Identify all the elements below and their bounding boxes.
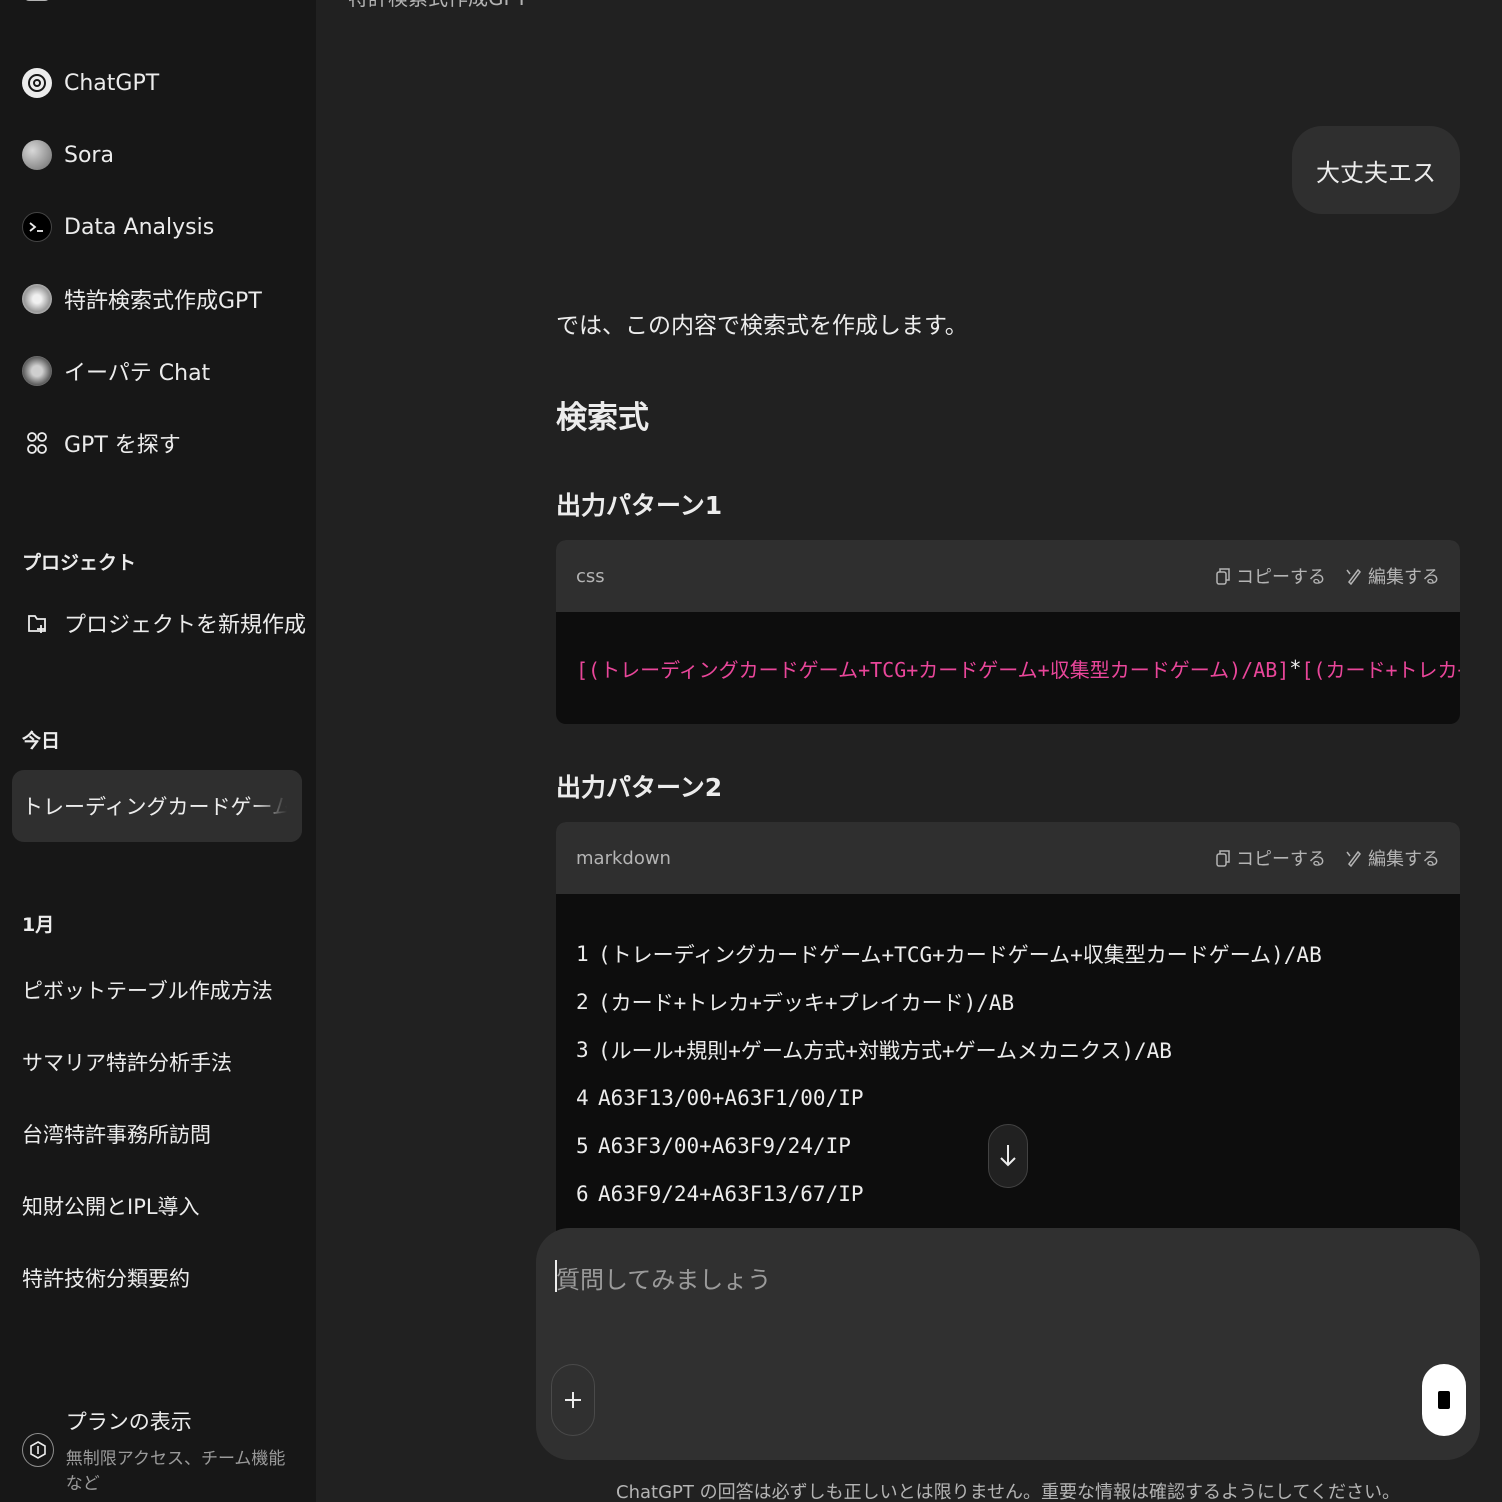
pencil-icon xyxy=(1346,850,1361,867)
code-block-1: css コピーする 編集する [(トレーディングカードゲーム+TCG+カードゲー… xyxy=(556,540,1460,724)
code-line: 2 (カード+トレカ+デッキ+プレイカード)/AB xyxy=(576,978,1440,1026)
code-block-header: css コピーする 編集する xyxy=(556,540,1460,612)
line-number: 1 xyxy=(576,942,589,966)
line-number: 6 xyxy=(576,1182,589,1206)
copy-code-button[interactable]: コピーする xyxy=(1216,845,1326,871)
terminal-icon xyxy=(22,212,52,242)
sidebar-item-label: イーパテ Chat xyxy=(64,361,211,386)
section-heading: 検索式 xyxy=(556,400,649,436)
pencil-icon xyxy=(1346,568,1361,585)
plan-upgrade-icon xyxy=(22,1433,54,1467)
scroll-to-bottom-button[interactable] xyxy=(988,1124,1028,1188)
view-plans-button[interactable]: プランの表示 無制限アクセス、チーム機能など xyxy=(12,1410,302,1494)
attach-button[interactable] xyxy=(551,1364,595,1436)
stop-generating-button[interactable] xyxy=(1422,1364,1466,1436)
grid-icon xyxy=(22,428,52,458)
new-project-label: プロジェクトを新規作成 xyxy=(64,613,307,638)
sidebar-toggle-icon[interactable] xyxy=(24,0,50,8)
patent-gpt-avatar xyxy=(22,284,52,314)
assistant-intro-text: では、この内容で検索式を作成します。 xyxy=(556,313,968,339)
chat-item[interactable]: 知財公開とIPL導入 xyxy=(12,1176,302,1236)
line-text: A63F3/00+A63F9/24/IP xyxy=(598,1134,851,1158)
line-text: A63F9/24+A63F13/67/IP xyxy=(598,1182,864,1206)
code-line: 3 (ルール+規則+ゲーム方式+対戦方式+ゲームメカニクス)/AB xyxy=(576,1026,1440,1074)
chat-item[interactable]: サマリア特許分析手法 xyxy=(12,1032,302,1092)
copy-label: コピーする xyxy=(1236,567,1326,588)
arrow-down-icon xyxy=(1000,1145,1016,1167)
new-chat-icon[interactable] xyxy=(266,0,292,8)
composer-input[interactable]: 質問してみましょう xyxy=(556,1260,771,1295)
line-text: A63F13/00+A63F1/00/IP xyxy=(598,1086,864,1110)
stop-icon xyxy=(1438,1391,1450,1409)
chat-item-label: ピボットテーブル作成方法 xyxy=(22,979,273,1003)
new-project-button[interactable]: プロジェクトを新規作成 xyxy=(12,592,306,654)
code-language: markdown xyxy=(576,847,671,869)
sidebar-item-label: Sora xyxy=(64,142,114,168)
disclaimer-text: ChatGPT の回答は必ずしも正しいとは限りません。重要な情報は確認するように… xyxy=(616,1482,1400,1502)
sidebar-top-icons xyxy=(0,0,316,10)
pattern2-heading: 出力パターン2 xyxy=(556,773,723,802)
sidebar: ChatGPT Sora Data Analysis 特許検索式作成GPT イー… xyxy=(0,0,316,1502)
pattern1-heading: 出力パターン1 xyxy=(556,491,723,520)
edit-code-button[interactable]: 編集する xyxy=(1346,563,1440,589)
code-line: 4 A63F13/00+A63F1/00/IP xyxy=(576,1074,1440,1122)
line-text: (カード+トレカ+デッキ+プレイカード)/AB xyxy=(598,991,1015,1015)
sidebar-item-patent-gpt[interactable]: 特許検索式作成GPT xyxy=(12,268,302,330)
sidebar-item-explore-gpts[interactable]: GPT を探す xyxy=(12,412,302,474)
sidebar-item-sora[interactable]: Sora xyxy=(12,124,302,186)
code-content: [(トレーディングカードゲーム+TCG+カードゲーム+収集型カードゲーム)/AB… xyxy=(556,612,1460,724)
line-text: (トレーディングカードゲーム+TCG+カードゲーム+収集型カードゲーム)/AB xyxy=(598,943,1322,967)
code-block-header: markdown コピーする 編集する xyxy=(556,822,1460,894)
today-section-title: 今日 xyxy=(22,730,61,752)
code-segment: [(トレーディングカードゲーム+TCG+カードゲーム+収集型カードゲーム)/AB… xyxy=(576,657,1290,682)
code-line: 1 (トレーディングカードゲーム+TCG+カードゲーム+収集型カードゲーム)/AB xyxy=(576,930,1440,978)
code-operator: * xyxy=(1289,656,1302,680)
month-section-title: 1月 xyxy=(22,914,55,936)
sora-avatar xyxy=(22,140,52,170)
sidebar-item-label: GPT を探す xyxy=(64,433,181,458)
code-segment: [(カード+トレカ+デッキ+プレイカード xyxy=(1301,657,1460,682)
message-composer[interactable]: 質問してみましょう xyxy=(536,1228,1480,1460)
epate-avatar xyxy=(22,356,52,386)
plus-icon xyxy=(565,1392,581,1408)
chat-item[interactable]: 特許技術分類要約 xyxy=(12,1248,302,1308)
edit-label: 編集する xyxy=(1368,567,1440,588)
plan-subtitle: 無制限アクセス、チーム機能など xyxy=(65,1449,286,1494)
chat-item-label: 知財公開とIPL導入 xyxy=(22,1195,200,1219)
sidebar-item-label: Data Analysis xyxy=(64,214,215,240)
line-number: 5 xyxy=(576,1134,589,1158)
code-language: css xyxy=(576,565,605,587)
plan-title: プランの表示 xyxy=(65,1410,192,1434)
edit-label: 編集する xyxy=(1368,849,1440,870)
chat-item-label: 台湾特許事務所訪問 xyxy=(22,1123,211,1147)
openai-logo-icon xyxy=(22,68,52,98)
line-number: 4 xyxy=(576,1086,589,1110)
edit-code-button[interactable]: 編集する xyxy=(1346,845,1440,871)
chat-item-label: サマリア特許分析手法 xyxy=(22,1051,232,1075)
chat-item[interactable]: ピボットテーブル作成方法 xyxy=(12,960,302,1020)
folder-plus-icon xyxy=(22,608,52,638)
text-fade xyxy=(252,770,302,842)
sidebar-item-chatgpt[interactable]: ChatGPT xyxy=(12,52,302,114)
line-text: (ルール+規則+ゲーム方式+対戦方式+ゲームメカニクス)/AB xyxy=(598,1039,1172,1063)
sidebar-item-label: 特許検索式作成GPT xyxy=(64,289,262,314)
line-number: 3 xyxy=(576,1038,589,1062)
chat-item-label: 特許技術分類要約 xyxy=(22,1267,190,1291)
chat-item[interactable]: 台湾特許事務所訪問 xyxy=(12,1104,302,1164)
line-number: 2 xyxy=(576,990,589,1014)
projects-section-title: プロジェクト xyxy=(22,552,137,574)
chat-main: 特許検索式作成GPT 大丈夫エス では、この内容で検索式を作成します。 検索式 … xyxy=(316,0,1502,1502)
header-title[interactable]: 特許検索式作成GPT xyxy=(348,0,528,11)
copy-icon xyxy=(1216,568,1230,585)
copy-label: コピーする xyxy=(1236,849,1326,870)
copy-icon xyxy=(1216,850,1230,867)
sidebar-item-epate-chat[interactable]: イーパテ Chat xyxy=(12,340,302,402)
copy-code-button[interactable]: コピーする xyxy=(1216,563,1326,589)
sidebar-item-data-analysis[interactable]: Data Analysis xyxy=(12,196,302,258)
user-message-bubble: 大丈夫エス xyxy=(1292,126,1460,214)
sidebar-item-label: ChatGPT xyxy=(64,70,160,96)
search-icon[interactable] xyxy=(218,0,244,8)
chat-item-active[interactable]: トレーディングカードゲーム検索式 xyxy=(12,770,302,842)
